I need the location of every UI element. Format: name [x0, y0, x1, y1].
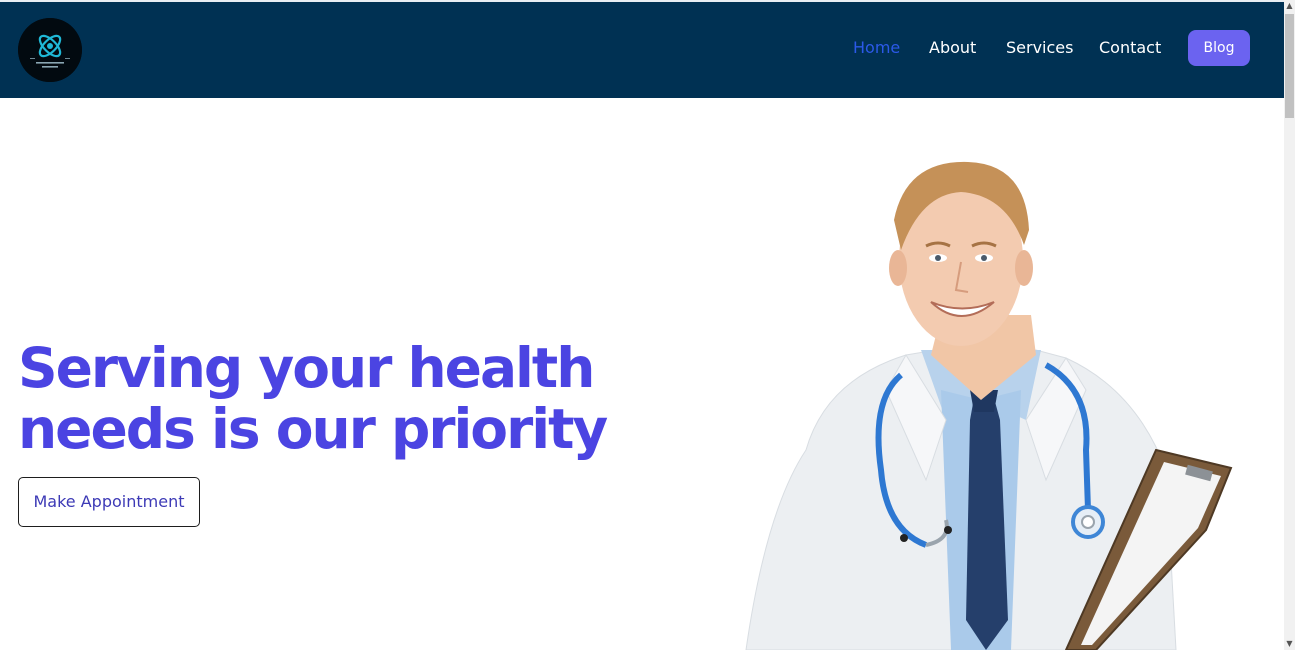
chevron-up-icon[interactable]: ▲	[1285, 0, 1294, 12]
nav-contact-link[interactable]: Contact	[1099, 38, 1161, 58]
make-appointment-button[interactable]: Make Appointment	[18, 477, 200, 527]
hero-title-line2: needs is our priority	[18, 397, 608, 461]
page-scrollbar[interactable]: ▲ ▼	[1284, 0, 1295, 650]
doctor-image	[736, 150, 1256, 650]
scrollbar-thumb[interactable]	[1285, 14, 1294, 118]
nav-home-link[interactable]: Home	[853, 38, 900, 58]
nav-about-link[interactable]: About	[929, 38, 976, 58]
chevron-down-icon[interactable]: ▼	[1285, 638, 1294, 650]
nav-services-link[interactable]: Services	[1006, 38, 1073, 58]
navbar: Home About Services Contact Blog	[0, 2, 1284, 98]
page: Home About Services Contact Blog Serving…	[0, 0, 1295, 650]
logo-icon[interactable]	[18, 18, 82, 82]
blog-button[interactable]: Blog	[1188, 30, 1250, 66]
hero-title-line1: Serving your health	[18, 336, 595, 400]
hero-title: Serving your health needs is our priorit…	[18, 338, 658, 460]
